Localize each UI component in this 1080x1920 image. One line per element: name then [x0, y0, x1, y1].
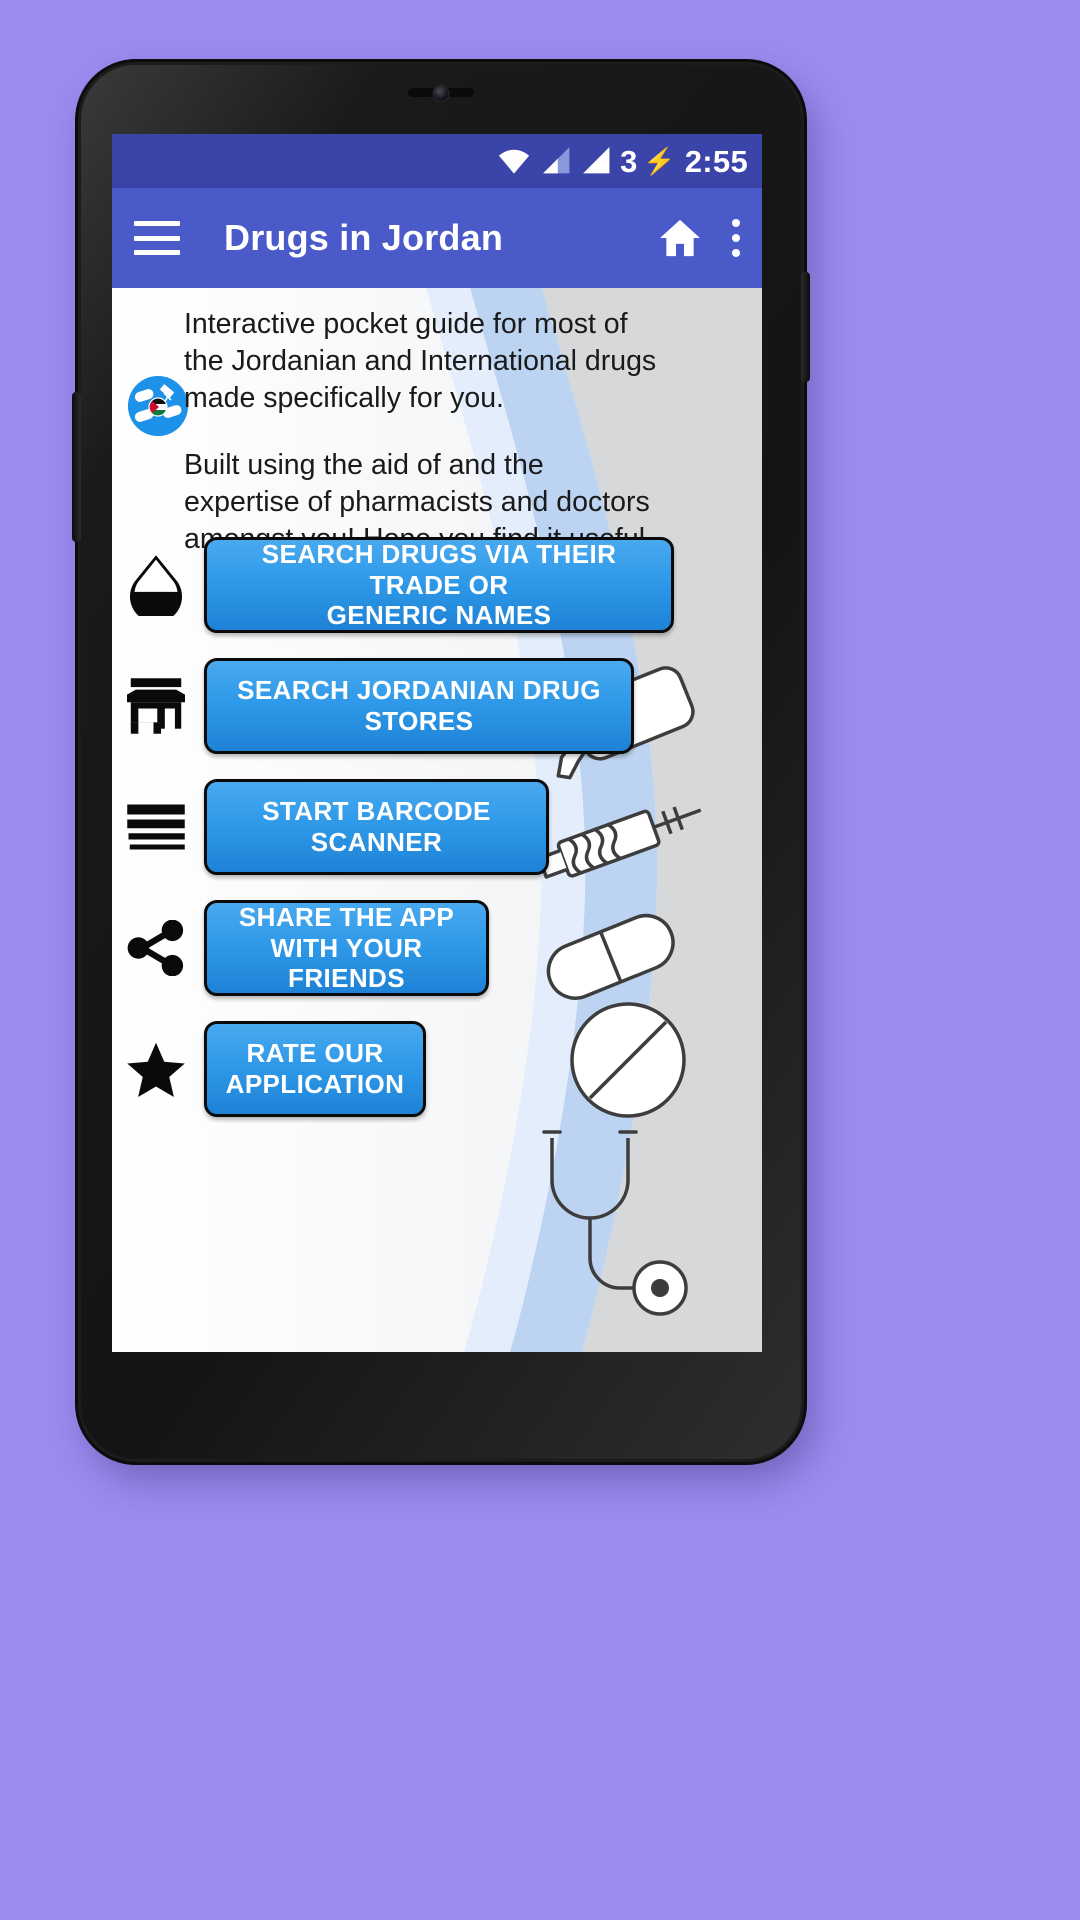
start-barcode-scanner-button[interactable]: START BARCODE SCANNER	[204, 779, 549, 875]
page-title: Drugs in Jordan	[224, 217, 504, 258]
barcode-lines-icon	[120, 791, 192, 863]
action-row-barcode-scanner: START BARCODE SCANNER	[112, 768, 762, 886]
search-stores-label-line1: SEARCH JORDANIAN DRUG	[237, 675, 601, 706]
action-list: SEARCH DRUGS VIA THEIR TRADE OR GENERIC …	[112, 526, 762, 1131]
water-drop-icon	[120, 549, 192, 621]
hamburger-menu-icon[interactable]	[134, 221, 180, 255]
phone-screen: 3 ⚡ 2:55 Drugs in Jordan Interactive poc…	[112, 134, 762, 1352]
app-toolbar: Drugs in Jordan	[112, 188, 762, 288]
search-stores-label-line2: STORES	[364, 706, 474, 736]
action-row-rate-app: RATE OUR APPLICATION	[112, 1010, 762, 1128]
description-paragraph-1: Interactive pocket guide for most of the…	[184, 308, 657, 415]
search-drugs-label-line2: GENERIC NAMES	[326, 600, 552, 631]
share-label-line1: SHARE THE APP	[238, 902, 455, 932]
front-camera	[433, 86, 449, 101]
volume-rocker-button[interactable]	[72, 392, 81, 542]
search-drugs-label-line1: SEARCH DRUGS VIA THEIR TRADE OR	[261, 539, 617, 600]
charging-bolt-icon: ⚡	[643, 146, 676, 176]
stethoscope-illustration	[542, 1130, 688, 1316]
action-row-share-app: SHARE THE APP WITH YOUR FRIENDS	[112, 889, 762, 1007]
share-label-line2: WITH YOUR FRIENDS	[270, 932, 423, 994]
main-content: Interactive pocket guide for most of the…	[112, 288, 762, 1352]
toolbar-actions	[658, 218, 740, 258]
rate-label-line1: RATE OUR	[246, 1038, 384, 1069]
store-icon	[120, 670, 192, 742]
rate-label-line2: APPLICATION	[225, 1069, 405, 1099]
signal-cellular-icon	[583, 147, 610, 174]
search-drug-stores-button[interactable]: SEARCH JORDANIAN DRUG STORES	[204, 658, 634, 754]
phone-device: 3 ⚡ 2:55 Drugs in Jordan Interactive poc…	[72, 62, 810, 1462]
action-row-search-stores: SEARCH JORDANIAN DRUG STORES	[112, 647, 762, 765]
barcode-label-line2: SCANNER	[310, 827, 443, 857]
share-app-button[interactable]: SHARE THE APP WITH YOUR FRIENDS	[204, 900, 489, 996]
share-icon	[120, 912, 192, 984]
app-logo-pills-syringe-jordan-flag	[128, 376, 188, 436]
signal-cellular-icon	[543, 147, 570, 174]
search-drugs-button[interactable]: SEARCH DRUGS VIA THEIR TRADE OR GENERIC …	[204, 537, 674, 633]
rate-application-button[interactable]: RATE OUR APPLICATION	[204, 1021, 426, 1117]
wifi-icon	[499, 149, 530, 174]
app-description: Interactive pocket guide for most of the…	[184, 306, 660, 558]
status-clock: 2:55	[684, 143, 748, 179]
status-bar: 3 ⚡ 2:55	[112, 134, 762, 188]
star-icon	[120, 1033, 192, 1105]
home-icon[interactable]	[658, 218, 702, 258]
action-row-search-drugs: SEARCH DRUGS VIA THEIR TRADE OR GENERIC …	[112, 526, 762, 644]
barcode-label-line1: START BARCODE	[262, 796, 491, 827]
power-button[interactable]	[801, 272, 810, 382]
battery-level-text: 3	[620, 143, 638, 179]
overflow-menu-icon[interactable]	[732, 219, 740, 257]
